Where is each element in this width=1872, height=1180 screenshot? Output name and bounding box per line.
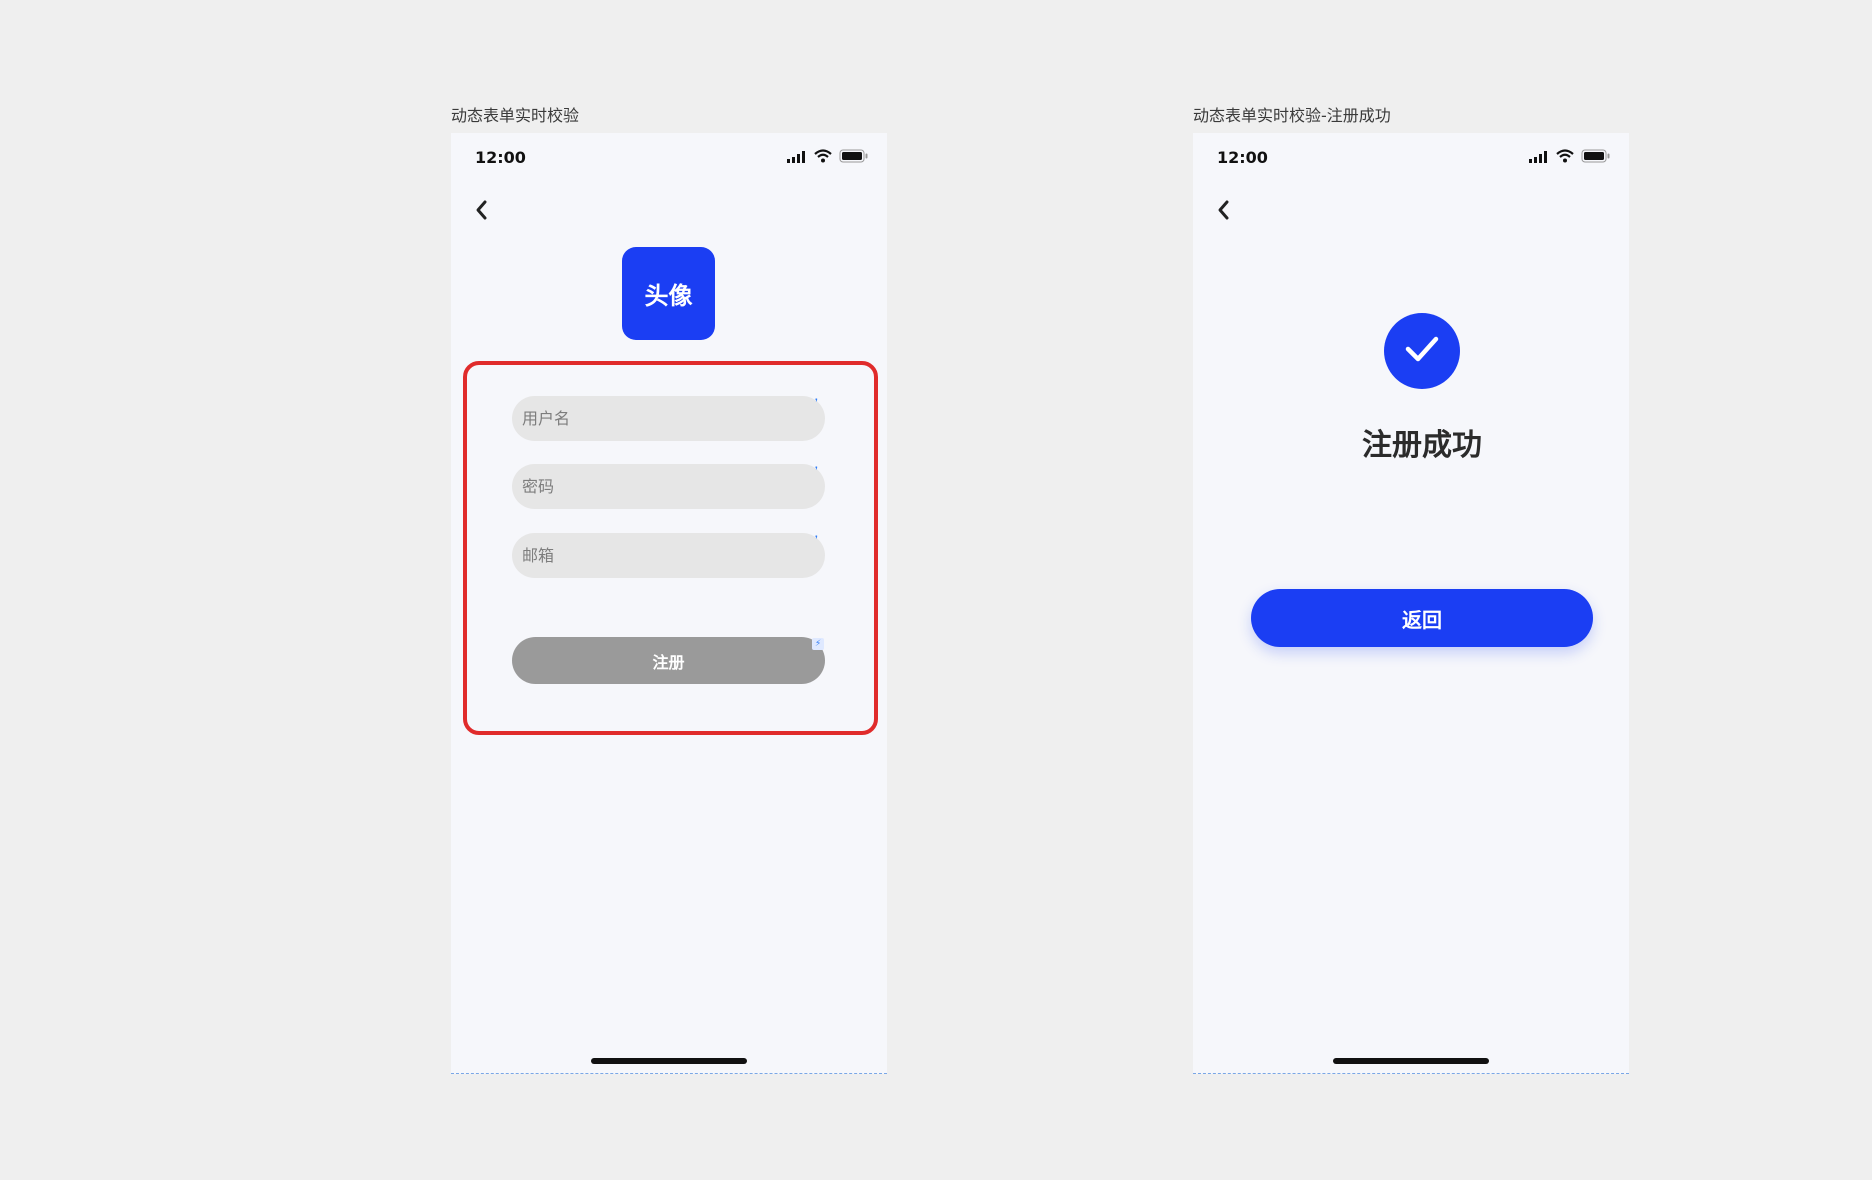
chevron-left-icon [474,199,488,225]
input-marker-icon: ❜ [815,535,818,545]
success-screen: 12:00 注册成功 返回 [1193,133,1629,1074]
email-input[interactable] [512,533,825,578]
frame-label-form: 动态表单实时校验 [451,106,580,125]
battery-icon [1581,148,1611,167]
password-input[interactable] [512,464,825,509]
checkmark-icon [1404,334,1440,368]
input-marker-icon: ❜ [815,398,818,408]
return-button[interactable]: 返回 [1251,589,1593,647]
success-icon [1384,313,1460,389]
frame-label-success: 动态表单实时校验-注册成功 [1193,106,1391,125]
username-input[interactable] [512,396,825,441]
input-marker-icon: ❜ [815,466,818,476]
status-bar: 12:00 [451,133,887,183]
signal-icon [787,148,807,167]
back-button[interactable] [467,197,495,227]
home-indicator [591,1058,747,1064]
status-icons [787,148,869,167]
wifi-icon [813,148,833,167]
back-button[interactable] [1209,197,1237,227]
status-time: 12:00 [1217,148,1268,167]
register-button[interactable]: 注册 [512,637,825,684]
success-heading: 注册成功 [1362,428,1482,463]
battery-icon [839,148,869,167]
home-indicator [1333,1058,1489,1064]
avatar-button[interactable]: 头像 [622,247,715,340]
status-bar: 12:00 [1193,133,1629,183]
lightning-icon: ⚡ [812,638,824,650]
status-icons [1529,148,1611,167]
wifi-icon [1555,148,1575,167]
chevron-left-icon [1216,199,1230,225]
status-time: 12:00 [475,148,526,167]
form-screen: 12:00 头像 用户名 ❜ ❜ 邮箱 ❜ 注册 ⚡ [451,133,887,1074]
signal-icon [1529,148,1549,167]
